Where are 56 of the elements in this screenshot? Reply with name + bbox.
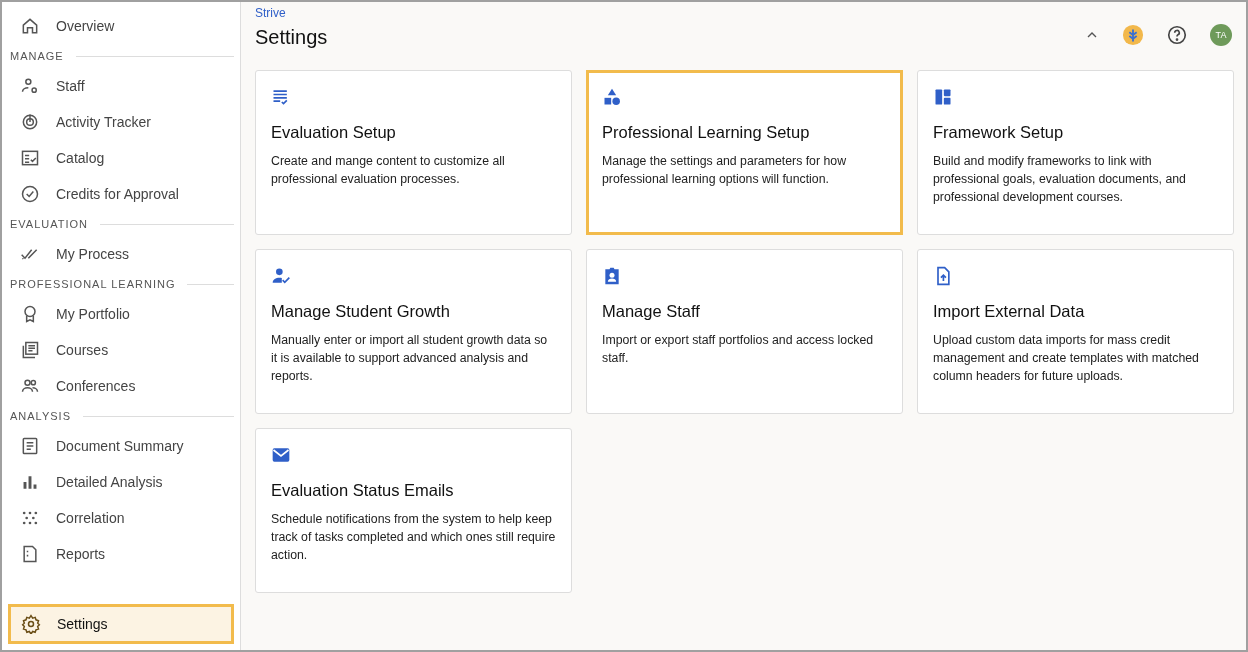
- target-icon: [20, 112, 40, 132]
- document-icon: [20, 436, 40, 456]
- nav-item[interactable]: Settings: [8, 604, 234, 644]
- card-title: Manage Student Growth: [271, 302, 450, 321]
- checklist-icon: [20, 148, 40, 168]
- settings-card[interactable]: Evaluation Status Emails Schedule notifications from the system to help keep track of tasks completed and which ones still require action.: [255, 428, 572, 593]
- nav-item[interactable]: Correlation: [2, 500, 240, 536]
- page-title: Settings: [255, 26, 328, 49]
- card-description: Build and modify frameworks to link with professional goals, evaluation documents, and professional development courses.: [933, 153, 1187, 206]
- nav-item[interactable]: Document Summary: [2, 428, 240, 464]
- card-title: Professional Learning Setup: [602, 123, 810, 142]
- section-heading: EVALUATION: [10, 218, 89, 230]
- document-stack-icon: [20, 340, 40, 360]
- card-title: Evaluation Status Emails: [271, 481, 454, 500]
- nav-item[interactable]: Conferences: [2, 368, 240, 404]
- settings-card[interactable]: Manage Student Growth Manually enter or import all student growth data so it is available to support advanced analysis and reports.: [255, 249, 572, 414]
- section-heading: MANAGE: [10, 50, 64, 62]
- nav-item[interactable]: Credits for Approval: [2, 176, 240, 212]
- settings-card[interactable]: Professional Learning Setup Manage the settings and parameters for how professional learning options will function.: [586, 70, 903, 235]
- nav-item[interactable]: Overview: [2, 8, 240, 44]
- layout-icon: [933, 87, 953, 107]
- breadcrumb-link[interactable]: Strive: [255, 6, 328, 20]
- card-title: Import External Data: [933, 302, 1085, 321]
- settings-card[interactable]: Evaluation Setup Create and mange content to customize all professional evaluation processes.: [255, 70, 572, 235]
- nav-item[interactable]: Catalog: [2, 140, 240, 176]
- card-description: Create and mange content to customize all professional evaluation processes.: [271, 153, 506, 188]
- card-title: Manage Staff: [602, 302, 700, 321]
- nav-item[interactable]: Activity Tracker: [2, 104, 240, 140]
- check-circle-icon: [20, 184, 40, 204]
- card-description: Upload custom data imports for mass credit management and create templates with matched column headers for future uploads.: [933, 332, 1200, 385]
- card-description: Import or export staff portfolios and access locked staff.: [602, 332, 875, 367]
- nav-item[interactable]: Reports: [2, 536, 240, 572]
- card-title: Framework Setup: [933, 123, 1064, 142]
- card-description: Manage the settings and parameters for how professional learning options will function.: [602, 153, 848, 188]
- nav-item[interactable]: My Process: [2, 236, 240, 272]
- home-icon: [20, 16, 40, 36]
- card-description: Manually enter or import all student growth data so it is available to support advanced analysis and reports.: [271, 332, 549, 385]
- nav-item[interactable]: Staff: [2, 68, 240, 104]
- settings-card[interactable]: Import External Data Upload custom data imports for mass credit management and create templates with matched column headers for future uploads.: [917, 249, 1234, 414]
- nav-item[interactable]: Courses: [2, 332, 240, 368]
- person-check-icon: [271, 266, 291, 286]
- id-badge-icon: [602, 266, 622, 286]
- wheat-logo-icon[interactable]: [1122, 24, 1144, 46]
- card-description: Schedule notifications from the system to help keep track of tasks completed and which ones still require action.: [271, 511, 556, 564]
- envelope-icon: [271, 445, 291, 465]
- nav-item[interactable]: Detailed Analysis: [2, 464, 240, 500]
- page-icon: [20, 544, 40, 564]
- help-icon[interactable]: [1166, 24, 1188, 46]
- section-heading: ANALYSIS: [10, 410, 71, 422]
- nav-item[interactable]: My Portfolio: [2, 296, 240, 332]
- settings-card[interactable]: Framework Setup Build and modify frameworks to link with professional goals, evaluation documents, and professional development courses.: [917, 70, 1234, 235]
- card-title: Evaluation Setup: [271, 123, 396, 142]
- shapes-icon: [602, 87, 622, 107]
- settings-icon: [21, 614, 41, 634]
- settings-card[interactable]: Manage Staff Import or export staff portfolios and access locked staff.: [586, 249, 903, 414]
- section-heading: PROFESSIONAL LEARNING: [10, 278, 176, 290]
